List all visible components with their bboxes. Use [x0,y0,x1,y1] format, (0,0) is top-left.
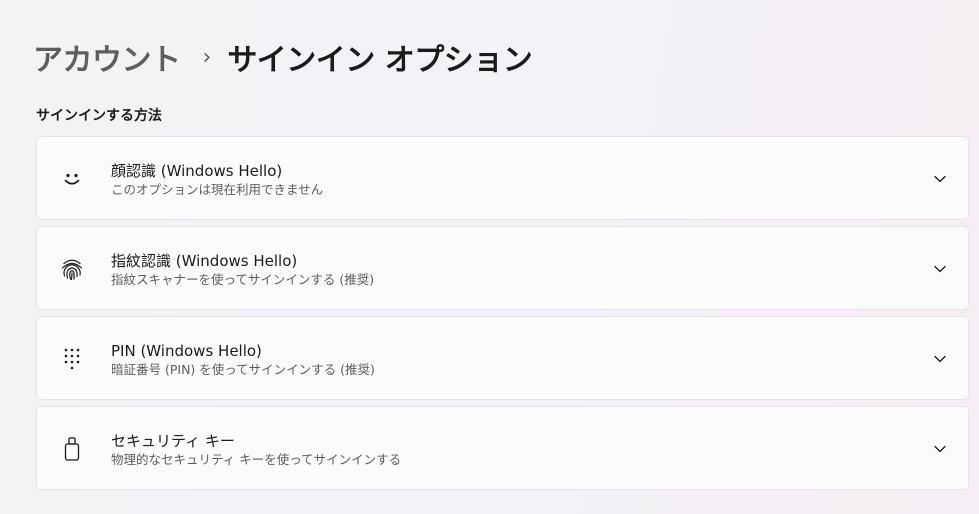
section-title-sign-in-methods: サインインする方法 [36,108,162,124]
chevron-down-icon[interactable] [928,167,952,191]
option-subtitle: 物理的なセキュリティ キーを使ってサインインする [111,452,402,467]
option-title: 指紋認識 (Windows Hello) [111,252,298,270]
breadcrumb-accounts-link[interactable]: アカウント [33,35,181,79]
option-title: PIN (Windows Hello) [111,342,262,360]
breadcrumb: アカウント › サインイン オプション [33,34,533,80]
keypad-icon [59,346,85,372]
option-subtitle: 暗証番号 (PIN) を使ってサインインする (推奨) [111,362,375,377]
breadcrumb-separator: › [202,44,212,70]
chevron-down-icon[interactable] [928,257,952,281]
option-subtitle: 指紋スキャナーを使ってサインインする (推奨) [111,272,375,287]
sign-in-option-fingerprint[interactable]: 指紋認識 (Windows Hello) 指紋スキャナーを使ってサインインする … [36,226,969,310]
option-subtitle: このオプションは現在利用できません [111,182,324,197]
face-icon [59,166,85,192]
sign-in-option-security-key[interactable]: セキュリティ キー 物理的なセキュリティ キーを使ってサインインする [36,406,969,490]
sign-in-option-face[interactable]: 顔認識 (Windows Hello) このオプションは現在利用できません [36,136,969,220]
option-title: 顔認識 (Windows Hello) [111,162,283,180]
chevron-down-icon[interactable] [928,437,952,461]
page-title: サインイン オプション [227,43,533,78]
chevron-down-icon[interactable] [928,347,952,371]
sign-in-option-pin[interactable]: PIN (Windows Hello) 暗証番号 (PIN) を使ってサインイン… [36,316,969,400]
security-key-icon [59,436,85,462]
option-title: セキュリティ キー [111,432,235,450]
fingerprint-icon [59,256,85,282]
